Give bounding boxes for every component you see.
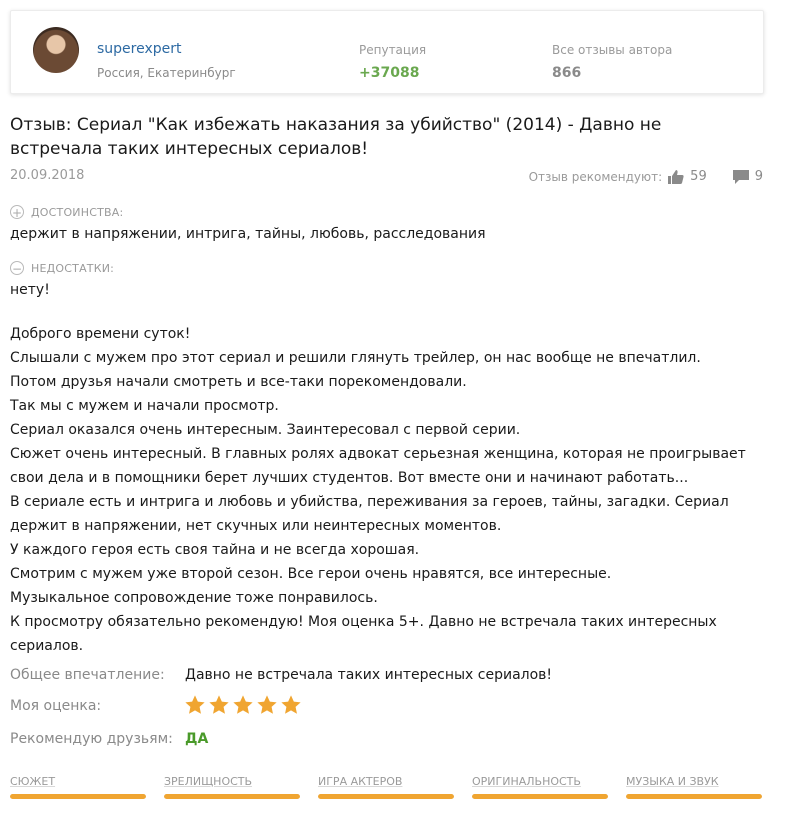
star-icon <box>257 695 277 714</box>
body-paragraph: К просмотру обязательно рекомендую! Моя … <box>10 614 717 654</box>
rating-bar <box>10 794 146 799</box>
star-icon <box>233 695 253 714</box>
body-paragraph: Так мы с мужем и начали просмотр. <box>10 398 279 414</box>
likes-count: 59 <box>690 169 707 184</box>
body-paragraph: Смотрим с мужем уже второй сезон. Все ге… <box>10 566 612 582</box>
impression-label: Общее впечатление: <box>10 667 165 683</box>
review-date: 20.09.2018 <box>10 168 85 183</box>
author-location: Россия, Екатеринбург <box>97 66 236 80</box>
rating-category-label[interactable]: ИГРА АКТЕРОВ <box>318 775 454 788</box>
impression-value: Давно не встречала таких интересных сери… <box>185 667 553 683</box>
rating-category: ОРИГИНАЛЬНОСТЬ <box>472 775 608 799</box>
rating-category: МУЗЫКА И ЗВУК <box>626 775 762 799</box>
recommend-friends-label: Рекомендую друзьям: <box>10 731 173 747</box>
cons-header: − НЕДОСТАТКИ: <box>10 261 115 276</box>
pros-text: держит в напряжении, интрига, тайны, люб… <box>10 226 486 242</box>
body-paragraph: Сериал оказался очень интересным. Заинте… <box>10 422 521 438</box>
rating-bar <box>626 794 762 799</box>
author-username[interactable]: superexpert <box>97 41 182 57</box>
body-paragraph: В сериале есть и интрига и любовь и убий… <box>10 494 729 534</box>
star-icon <box>281 695 301 714</box>
rating-bar <box>164 794 300 799</box>
rating-bar-fill <box>10 794 146 799</box>
star-icon <box>185 695 205 714</box>
rating-category-label[interactable]: СЮЖЕТ <box>10 775 146 788</box>
rating-bar-fill <box>626 794 762 799</box>
avatar[interactable] <box>33 27 79 73</box>
recommend-friends-value: ДА <box>185 731 209 747</box>
rating-bar <box>318 794 454 799</box>
reputation-value: +37088 <box>359 65 420 81</box>
rating-category-label[interactable]: ОРИГИНАЛЬНОСТЬ <box>472 775 608 788</box>
body-paragraph: Слышали с мужем про этот сериал и решили… <box>10 350 701 366</box>
rating-bar <box>472 794 608 799</box>
rating-stars <box>184 694 302 716</box>
body-paragraph: У каждого героя есть своя тайна и не все… <box>10 542 420 558</box>
cons-text: нету! <box>10 282 50 298</box>
body-paragraph: Потом друзья начали смотреть и все-таки … <box>10 374 467 390</box>
review-title: Отзыв: Сериал "Как избежать наказания за… <box>10 115 662 159</box>
body-paragraph: Доброго времени суток! <box>10 326 191 342</box>
body-paragraph: Сюжет очень интересный. В главных ролях … <box>10 446 746 486</box>
rating-category: ИГРА АКТЕРОВ <box>318 775 454 799</box>
pros-header: + ДОСТОИНСТВА: <box>10 205 124 220</box>
rating-label: Моя оценка: <box>10 698 102 714</box>
author-card: superexpert Россия, Екатеринбург Репутац… <box>10 10 764 94</box>
rating-bar-fill <box>164 794 300 799</box>
rating-category: ЗРЕЛИЩНОСТЬ <box>164 775 300 799</box>
category-ratings: СЮЖЕТ ЗРЕЛИЩНОСТЬ ИГРА АКТЕРОВ ОРИГИНАЛЬ… <box>10 775 762 799</box>
minus-icon: − <box>10 261 24 276</box>
pros-label: ДОСТОИНСТВА: <box>31 205 124 219</box>
star-icon <box>209 695 229 714</box>
body-paragraph: Музыкальное сопровождение тоже понравило… <box>10 590 378 606</box>
rating-category-label[interactable]: ЗРЕЛИЩНОСТЬ <box>164 775 300 788</box>
recommend-label: Отзыв рекомендуют: <box>528 169 663 184</box>
reputation-label: Репутация <box>359 43 427 57</box>
cons-label: НЕДОСТАТКИ: <box>31 261 115 275</box>
rating-category: СЮЖЕТ <box>10 775 146 799</box>
all-reviews-label[interactable]: Все отзывы автора <box>552 43 672 57</box>
recommend-stats: Отзыв рекомендуют: 59 9 <box>529 169 763 184</box>
comment-icon[interactable] <box>732 169 749 184</box>
all-reviews-count[interactable]: 866 <box>552 65 581 81</box>
plus-icon: + <box>10 205 24 220</box>
comments-count: 9 <box>754 169 763 184</box>
rating-bar-fill <box>472 794 608 799</box>
rating-category-label[interactable]: МУЗЫКА И ЗВУК <box>626 775 762 788</box>
rating-bar-fill <box>318 794 454 799</box>
thumb-up-icon[interactable] <box>668 169 684 184</box>
review-body: Доброго времени суток! Слышали с мужем п… <box>10 322 770 658</box>
